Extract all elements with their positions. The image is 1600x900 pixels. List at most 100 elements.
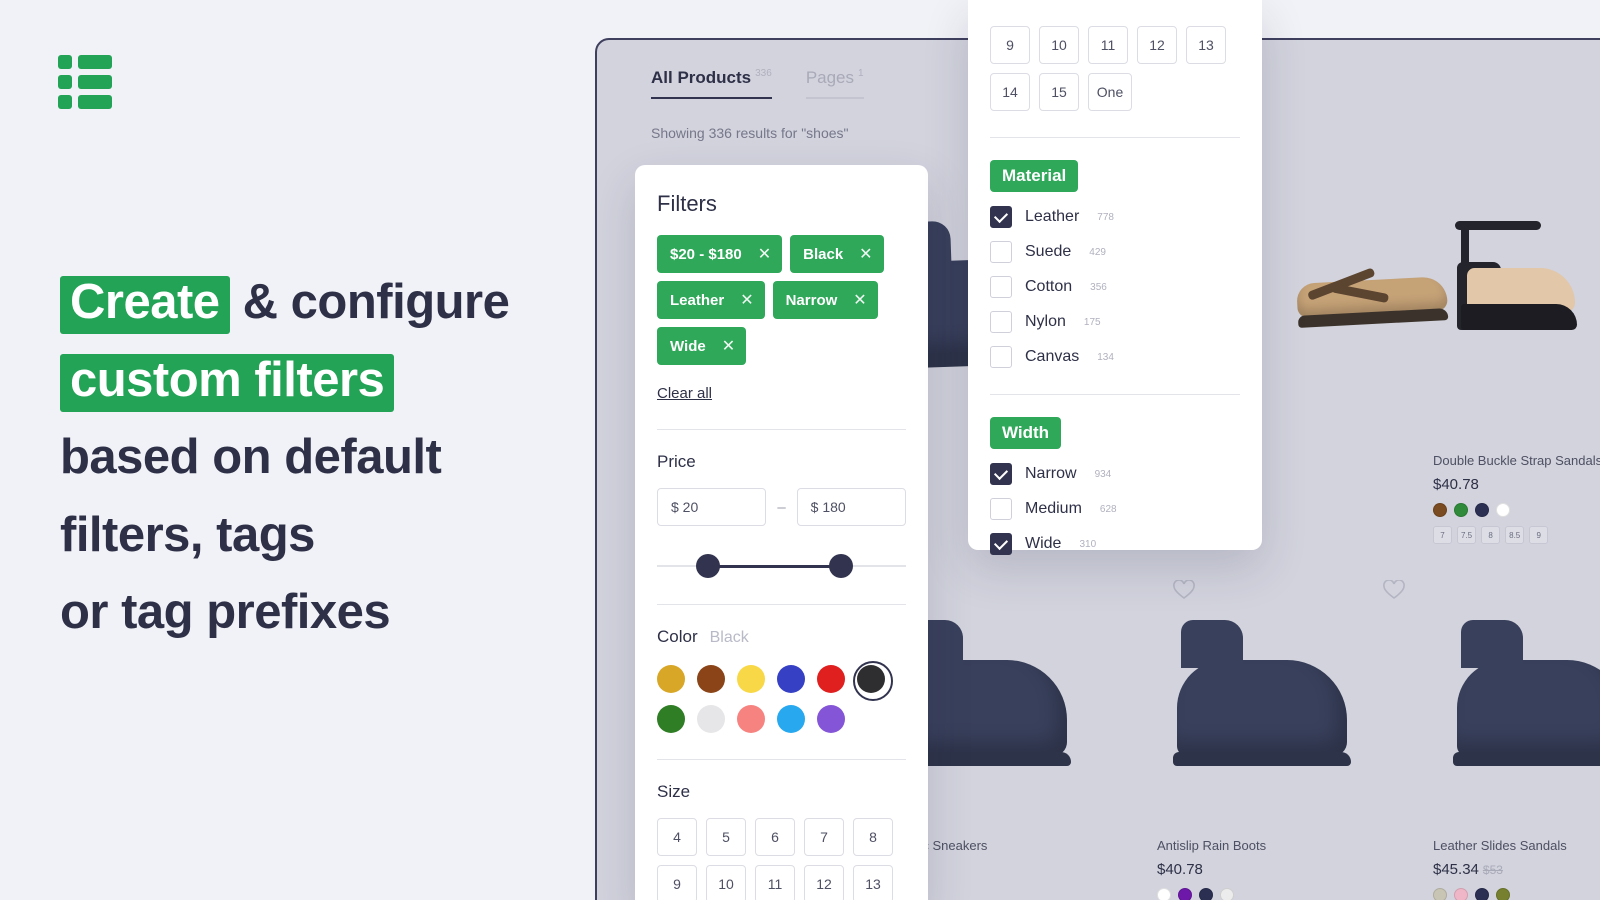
width-option-medium[interactable]: Medium 628: [990, 498, 1240, 520]
size-option[interactable]: 15: [1039, 73, 1079, 111]
size-option[interactable]: 14: [990, 73, 1030, 111]
product-card[interactable]: Double Buckle Strap Sandals $40.78 7 7.5…: [1433, 445, 1600, 544]
size-chip[interactable]: 7.5: [1457, 526, 1477, 544]
color-dot[interactable]: [1496, 888, 1510, 900]
checkbox-icon[interactable]: [990, 241, 1012, 263]
color-dot[interactable]: [1199, 888, 1213, 900]
close-icon[interactable]: ✕: [853, 290, 866, 310]
material-option-nylon[interactable]: Nylon 175: [990, 311, 1240, 333]
checkbox-icon[interactable]: [990, 311, 1012, 333]
checkbox-checked-icon[interactable]: [990, 533, 1012, 555]
product-colors[interactable]: [1433, 888, 1600, 900]
color-dot[interactable]: [1454, 888, 1468, 900]
price-range-slider[interactable]: [657, 554, 906, 578]
wishlist-heart-icon[interactable]: [1383, 580, 1405, 600]
tab-pages[interactable]: Pages 1: [805, 68, 864, 99]
close-icon[interactable]: ✕: [758, 244, 771, 264]
color-swatch-blue[interactable]: [777, 665, 805, 693]
color-swatch-black[interactable]: [853, 661, 893, 701]
color-swatch-purple[interactable]: [817, 705, 845, 733]
product-price: $40.78: [1157, 861, 1203, 878]
color-dot[interactable]: [1496, 503, 1510, 517]
color-swatch-brown[interactable]: [697, 665, 725, 693]
product-colors[interactable]: [1157, 888, 1387, 900]
product-photo-boot-right[interactable]: [1173, 620, 1351, 766]
size-option-one[interactable]: One: [1088, 73, 1132, 111]
slider-handle-max[interactable]: [829, 554, 853, 578]
width-option-narrow[interactable]: Narrow 934: [990, 463, 1240, 485]
color-swatch-red[interactable]: [817, 665, 845, 693]
product-photo-sandals[interactable]: [1296, 267, 1448, 318]
slider-handle-min[interactable]: [696, 554, 720, 578]
wishlist-heart-icon[interactable]: [1173, 580, 1195, 600]
color-swatch-gold[interactable]: [657, 665, 685, 693]
color-swatch-white[interactable]: [697, 705, 725, 733]
color-swatch-yellow[interactable]: [737, 665, 765, 693]
size-option[interactable]: 13: [1186, 26, 1226, 64]
size-option[interactable]: 12: [1137, 26, 1177, 64]
color-dot[interactable]: [1475, 888, 1489, 900]
size-option[interactable]: 9: [657, 865, 697, 900]
size-option[interactable]: 4: [657, 818, 697, 856]
clear-all-link[interactable]: Clear all: [657, 385, 712, 402]
material-option-cotton[interactable]: Cotton 356: [990, 276, 1240, 298]
color-swatch-light-blue[interactable]: [777, 705, 805, 733]
product-card[interactable]: Antislip Rain Boots $40.78 7 7.5 8 8.5 9: [1157, 830, 1387, 900]
material-option-canvas[interactable]: Canvas 134: [990, 346, 1240, 368]
price-max-input[interactable]: $ 180: [796, 488, 906, 526]
filter-chip-price[interactable]: $20 - $180 ✕: [657, 235, 783, 273]
material-option-leather[interactable]: Leather 778: [990, 206, 1240, 228]
material-option-suede[interactable]: Suede 429: [990, 241, 1240, 263]
color-dot[interactable]: [1433, 503, 1447, 517]
size-option[interactable]: 10: [1039, 26, 1079, 64]
tab-all-products[interactable]: All Products 336: [651, 68, 772, 99]
color-swatch-salmon[interactable]: [737, 705, 765, 733]
filter-chip-narrow[interactable]: Narrow ✕: [772, 281, 878, 319]
filter-chip-black[interactable]: Black ✕: [790, 235, 884, 273]
product-photo-heel[interactable]: [1447, 220, 1577, 330]
color-swatch-green[interactable]: [657, 705, 685, 733]
size-chip[interactable]: 8.5: [1505, 526, 1525, 544]
checkbox-icon[interactable]: [990, 498, 1012, 520]
color-dot[interactable]: [1454, 503, 1468, 517]
filter-chip-label: Leather: [670, 291, 725, 309]
width-option-wide[interactable]: Wide 310: [990, 533, 1240, 555]
brand-logo[interactable]: [58, 55, 112, 109]
checkbox-checked-icon[interactable]: [990, 463, 1012, 485]
close-icon[interactable]: ✕: [740, 290, 753, 310]
size-option[interactable]: 9: [990, 26, 1030, 64]
product-sizes[interactable]: 7 7.5 8 8.5 9: [1433, 526, 1600, 544]
size-chip[interactable]: 9: [1529, 526, 1549, 544]
size-chip[interactable]: 8: [1481, 526, 1501, 544]
tab-all-products-count: 336: [755, 68, 772, 80]
checkbox-checked-icon[interactable]: [990, 206, 1012, 228]
color-dot[interactable]: [1178, 888, 1192, 900]
product-colors[interactable]: [1433, 503, 1600, 517]
size-option[interactable]: 10: [706, 865, 746, 900]
filter-chip-leather[interactable]: Leather ✕: [657, 281, 765, 319]
color-dot[interactable]: [1433, 888, 1447, 900]
size-option[interactable]: 7: [804, 818, 844, 856]
close-icon[interactable]: ✕: [722, 336, 735, 356]
price-min-input[interactable]: $ 20: [657, 488, 767, 526]
size-chip[interactable]: 7: [1433, 526, 1452, 544]
product-price-current: $45.34: [1433, 861, 1479, 878]
checkbox-icon[interactable]: [990, 276, 1012, 298]
close-icon[interactable]: ✕: [859, 244, 872, 264]
checkbox-icon[interactable]: [990, 346, 1012, 368]
size-option[interactable]: 5: [706, 818, 746, 856]
color-dot[interactable]: [1220, 888, 1234, 900]
color-dot[interactable]: [1475, 503, 1489, 517]
product-card[interactable]: Leather Slides Sandals $45.34$53 7 7.5: [1433, 830, 1600, 900]
size-option[interactable]: 8: [853, 818, 893, 856]
size-option[interactable]: 13: [853, 865, 893, 900]
headline-line-1-rest: & configure: [229, 275, 510, 329]
option-count: 134: [1097, 351, 1114, 363]
size-option[interactable]: 12: [804, 865, 844, 900]
filter-chip-wide[interactable]: Wide ✕: [657, 327, 747, 365]
size-option[interactable]: 6: [755, 818, 795, 856]
size-option[interactable]: 11: [755, 865, 795, 900]
color-dot[interactable]: [1157, 888, 1171, 900]
product-photo-boot-far[interactable]: [1453, 620, 1600, 766]
size-option[interactable]: 11: [1088, 26, 1128, 64]
